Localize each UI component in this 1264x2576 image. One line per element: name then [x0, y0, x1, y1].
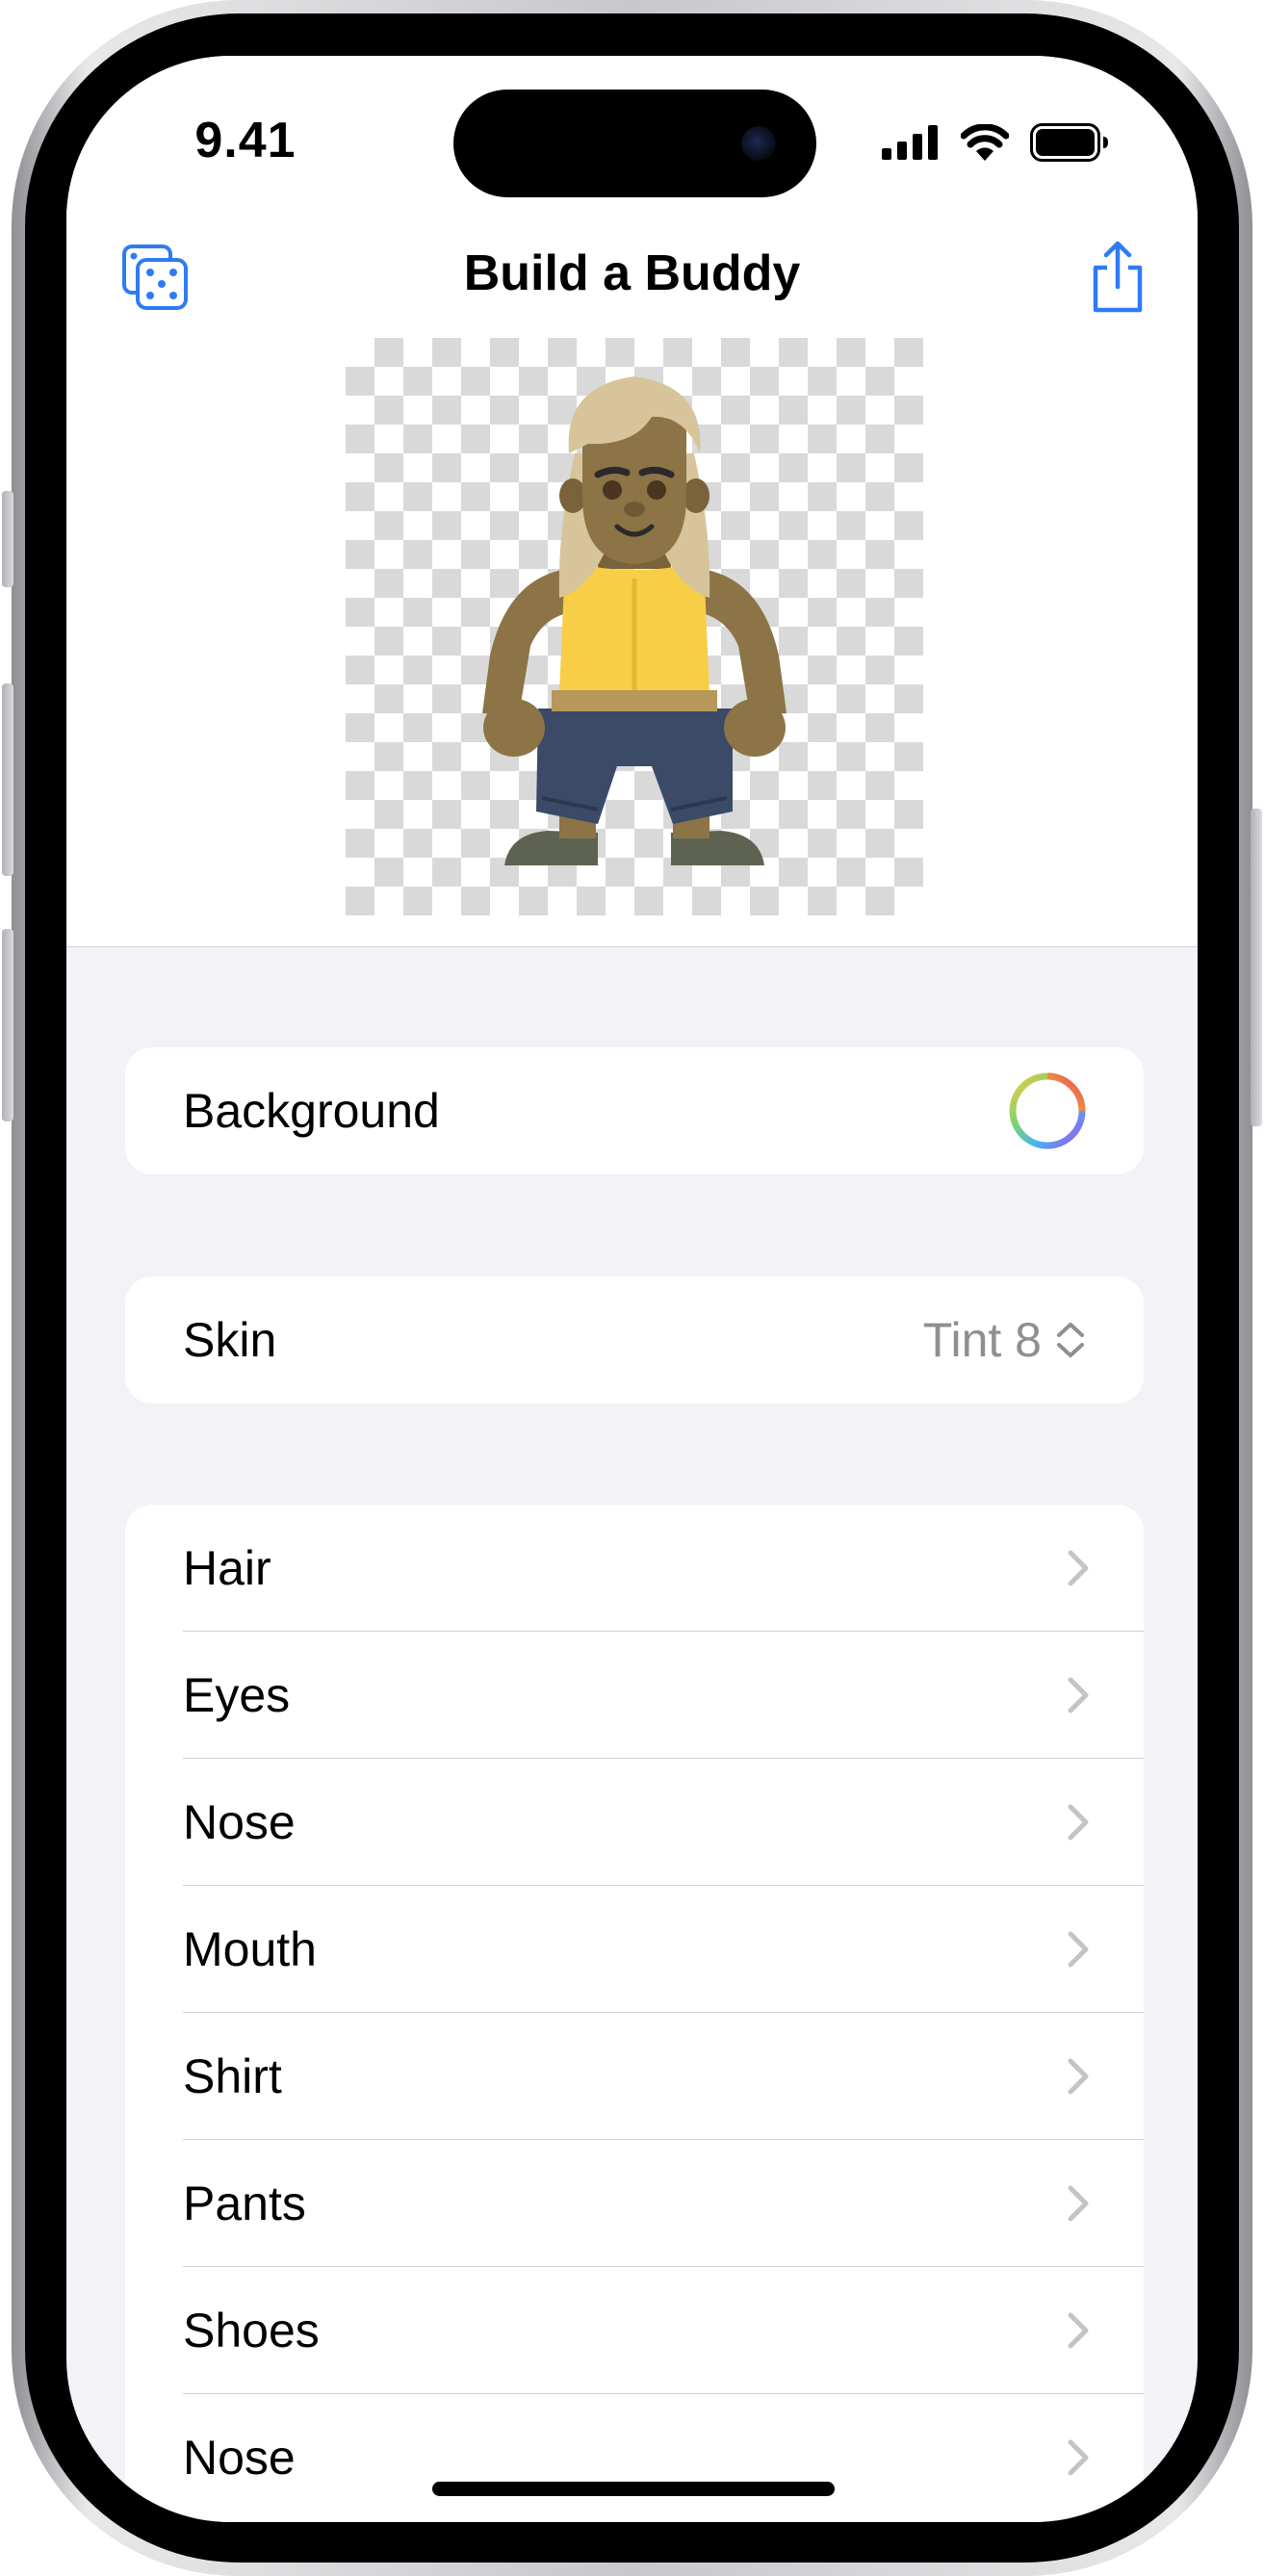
- status-time: 9.41: [194, 113, 297, 168]
- features-list: Hair Eyes Nose Mouth Shirt Pants Shoes N…: [125, 1505, 1144, 2522]
- share-icon: [1093, 241, 1143, 313]
- list-item-eyes[interactable]: Eyes: [125, 1632, 1144, 1759]
- chevron-right-icon: [1068, 1931, 1089, 1968]
- skin-value: Tint 8: [922, 1313, 1042, 1367]
- chevron-right-icon: [1068, 1550, 1089, 1586]
- chevron-right-icon: [1068, 2439, 1089, 2476]
- chevron-right-icon: [1068, 1677, 1089, 1713]
- wifi-icon: [961, 124, 1009, 161]
- volume-down-button: [2, 929, 13, 1121]
- screen: 9.41 Build a Buddy Background Skin Tint …: [66, 56, 1198, 2522]
- list-item-label: Eyes: [183, 1668, 291, 1722]
- chevron-right-icon: [1068, 2312, 1089, 2349]
- list-item-nose-2[interactable]: Nose: [125, 2394, 1144, 2521]
- skin-row[interactable]: Skin Tint 8: [125, 1276, 1144, 1404]
- background-label: Background: [183, 1084, 440, 1138]
- list-item-label: Nose: [183, 1795, 296, 1849]
- chevron-right-icon: [1068, 2185, 1089, 2222]
- list-item-pants[interactable]: Pants: [125, 2140, 1144, 2267]
- cellular-signal-icon: [882, 125, 938, 160]
- skin-picker[interactable]: Tint 8: [923, 1312, 1086, 1368]
- action-button: [2, 491, 13, 587]
- front-camera-icon: [741, 126, 776, 161]
- list-item-label: Shirt: [183, 2049, 282, 2103]
- battery-icon: [1030, 123, 1108, 162]
- color-wheel-icon[interactable]: [1007, 1070, 1088, 1151]
- list-item-label: Shoes: [183, 2304, 320, 2357]
- list-item-label: Mouth: [183, 1922, 317, 1976]
- volume-up-button: [2, 683, 13, 876]
- dynamic-island: [453, 90, 816, 197]
- skin-label: Skin: [183, 1313, 277, 1367]
- buddy-preview: [346, 338, 923, 915]
- up-down-chevron-icon: [1057, 1323, 1084, 1357]
- list-item-shirt[interactable]: Shirt: [125, 2013, 1144, 2140]
- chevron-right-icon: [1068, 2058, 1089, 2095]
- list-item-hair[interactable]: Hair: [125, 1505, 1144, 1632]
- list-item-shoes[interactable]: Shoes: [125, 2267, 1144, 2394]
- background-row[interactable]: Background: [125, 1047, 1144, 1174]
- status-icons: [882, 123, 1109, 162]
- home-indicator[interactable]: [432, 2482, 835, 2496]
- power-button: [1251, 809, 1262, 1126]
- list-item-nose[interactable]: Nose: [125, 1759, 1144, 1886]
- list-item-mouth[interactable]: Mouth: [125, 1886, 1144, 2013]
- buddy-avatar: [482, 376, 787, 865]
- background-card: Background: [125, 1047, 1144, 1174]
- list-item-label: Hair: [183, 1541, 271, 1595]
- list-item-label: Nose: [183, 2431, 296, 2485]
- page-title: Build a Buddy: [463, 245, 801, 301]
- chevron-right-icon: [1068, 1804, 1089, 1841]
- skin-card: Skin Tint 8: [125, 1276, 1144, 1404]
- preview-header: 9.41 Build a Buddy: [66, 56, 1198, 947]
- list-item-label: Pants: [183, 2177, 306, 2230]
- share-button[interactable]: [1079, 239, 1156, 316]
